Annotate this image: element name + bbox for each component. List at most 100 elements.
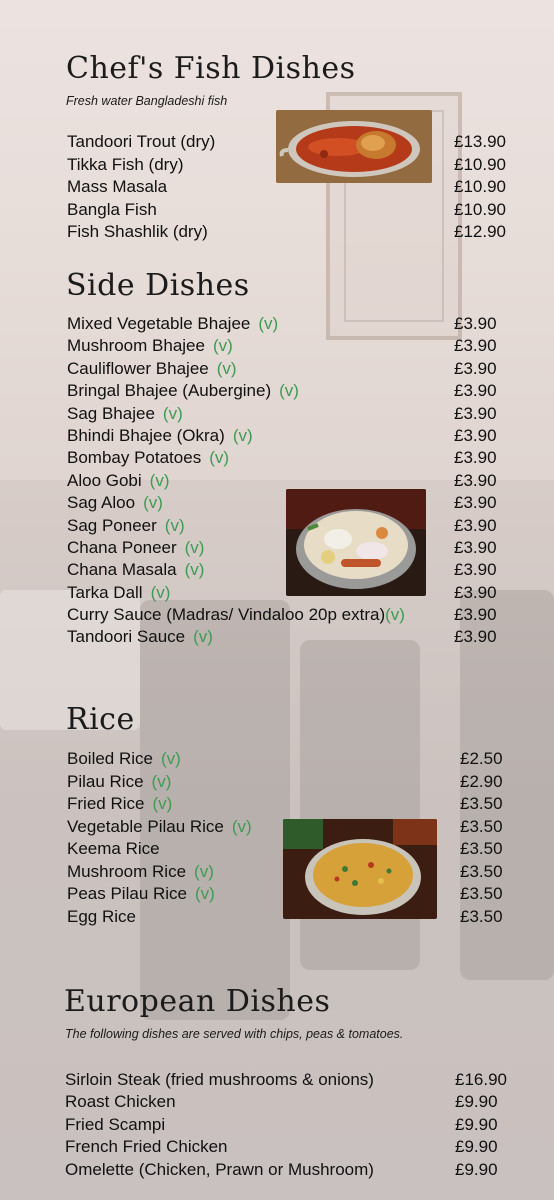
menu-item-name: Peas Pilau Rice [67,884,188,903]
menu-item-name: Fish Shashlik (dry) [67,222,208,242]
menu-item-price: £3.90 [454,537,497,557]
menu-item: Roast Chicken £9.90 [65,1091,515,1113]
menu-item-price: £13.90 [454,132,506,151]
menu-item-name: Roast Chicken [65,1092,176,1112]
menu-item-name: Fried Rice [67,794,145,813]
menu-item-price: £3.90 [454,448,497,468]
european-dishes-list: Sirloin Steak (fried mushrooms & onions)… [65,1069,515,1181]
menu-item: Sag Bhajee (v) £3.90 [67,403,512,425]
menu-item: Fish Shashlik (dry) £12.90 [67,221,512,244]
menu-item-name: Tikka Fish (dry) [67,154,184,174]
vegetarian-badge: (v) [150,582,171,602]
menu-item: Cauliflower Bhajee (v) £3.90 [67,358,512,380]
menu-item-name: Tandoori Sauce [67,627,186,647]
menu-item-name: Mass Masala [67,177,168,197]
menu-item-name: Keema Rice [67,839,160,858]
menu-item-name: Bhindi Bhajee (Okra) [67,425,225,445]
menu-item-name: Fried Scampi [65,1114,166,1134]
vegetarian-badge: (v) [209,448,230,468]
menu-item-price: £10.90 [454,199,506,219]
vegetarian-badge: (v) [152,794,173,813]
side-dish-pan-photo [286,489,426,596]
menu-item-price: £3.90 [454,336,497,356]
menu-item: Mushroom Bhajee (v) £3.90 [67,335,512,357]
menu-item: Curry Sauce (Madras/ Vindaloo 20p extra)… [67,604,512,626]
menu-item-name: Sag Aloo [67,493,136,513]
menu-item-price: £9.90 [455,1114,498,1134]
menu-item: Bangla Fish £10.90 [67,199,512,222]
menu-item: Bringal Bhajee (Aubergine) (v) £3.90 [67,380,512,402]
menu-item-name: Chana Masala [67,560,177,580]
menu-item-price: £2.90 [460,771,503,791]
menu-item: Fried Scampi £9.90 [65,1114,515,1136]
menu-item-price: £12.90 [454,222,506,242]
menu-item-name: Mushroom Rice [67,861,187,881]
menu-item-price: £3.90 [454,470,497,490]
menu-item: Omelette (Chicken, Prawn or Mushroom) £9.… [65,1159,515,1181]
vegetarian-badge: (v) [212,336,233,356]
menu-item-name: French Fried Chicken [65,1137,228,1157]
menu-item-price: £2.50 [460,749,503,768]
vegetarian-badge: (v) [184,537,205,557]
menu-item-name: Mixed Vegetable Bhajee [67,314,251,333]
menu-item-name: Bangla Fish [67,199,157,219]
menu-item-price: £3.90 [454,493,497,513]
menu-item: Boiled Rice (v) £2.50 [67,748,518,771]
section-subtitle: The following dishes are served with chi… [65,1027,404,1041]
menu-item: Tandoori Sauce (v) £3.90 [67,626,512,648]
vegetarian-badge: (v) [151,771,172,791]
menu-item: Sirloin Steak (fried mushrooms & onions)… [65,1069,515,1091]
vegetarian-badge: (v) [232,425,253,445]
vegetarian-badge: (v) [194,861,214,881]
vegetarian-badge: (v) [231,816,252,836]
menu-item-price: £3.50 [460,839,503,858]
menu-item-name: Egg Rice [67,906,136,926]
vegetarian-badge: (v) [279,381,299,401]
menu-item-price: £9.90 [455,1092,498,1112]
section-subtitle: Fresh water Bangladeshi fish [66,94,228,108]
menu-item-name: Mushroom Bhajee [67,336,205,356]
vegetarian-badge: (v) [162,403,183,423]
menu-item-name: Sirloin Steak (fried mushrooms & onions) [65,1070,374,1089]
vegetarian-badge: (v) [149,470,170,490]
menu-item-price: £3.90 [454,627,497,647]
menu-item-name: Chana Poneer [67,537,177,557]
menu-item-name: Tandoori Trout (dry) [67,132,216,151]
menu-item-name: Curry Sauce (Madras/ Vindaloo 20p extra) [67,605,386,625]
menu-item-price: £3.90 [454,314,497,333]
vegetarian-badge: (v) [164,515,185,535]
menu-item-price: £3.50 [460,884,503,903]
menu-item-name: Boiled Rice [67,749,153,768]
menu-item-price: £9.90 [455,1159,498,1179]
menu-item-price: £3.90 [454,425,497,445]
menu-item: French Fried Chicken £9.90 [65,1136,515,1158]
menu-item-price: £16.90 [455,1070,507,1089]
menu-item-name: Bringal Bhajee (Aubergine) [67,381,272,401]
menu-item-name: Bombay Potatoes [67,448,202,468]
menu-item-price: £10.90 [454,154,506,174]
vegetarian-badge: (v) [184,560,205,580]
vegetarian-badge: (v) [195,884,215,903]
menu-item-price: £9.90 [455,1137,498,1157]
pilau-rice-photo [283,819,437,919]
menu-item-price: £3.90 [454,560,497,580]
menu-item: Bombay Potatoes (v) £3.90 [67,447,512,469]
menu-item-price: £3.50 [460,794,503,813]
menu-item-name: Tarka Dall [67,582,143,602]
section-title: European Dishes [64,984,331,1019]
menu-item-name: Sag Poneer [67,515,157,535]
vegetarian-badge: (v) [143,493,163,513]
menu-item: Fried Rice (v) £3.50 [67,793,518,816]
menu-item-price: £3.50 [460,861,503,881]
menu-item: Bhindi Bhajee (Okra) (v) £3.90 [67,425,512,447]
menu-item-price: £3.90 [454,381,497,401]
menu-item-price: £3.50 [460,816,503,836]
menu-item-name: Cauliflower Bhajee [67,358,209,378]
menu-item-name: Sag Bhajee [67,403,155,423]
section-title: Chef's Fish Dishes [66,51,356,86]
menu-item: Mixed Vegetable Bhajee (v) £3.90 [67,313,512,335]
fish-curry-photo [276,110,432,183]
vegetarian-badge: (v) [193,627,213,647]
menu-item: Pilau Rice (v) £2.90 [67,771,518,794]
menu-item-name: Aloo Gobi [67,470,142,490]
